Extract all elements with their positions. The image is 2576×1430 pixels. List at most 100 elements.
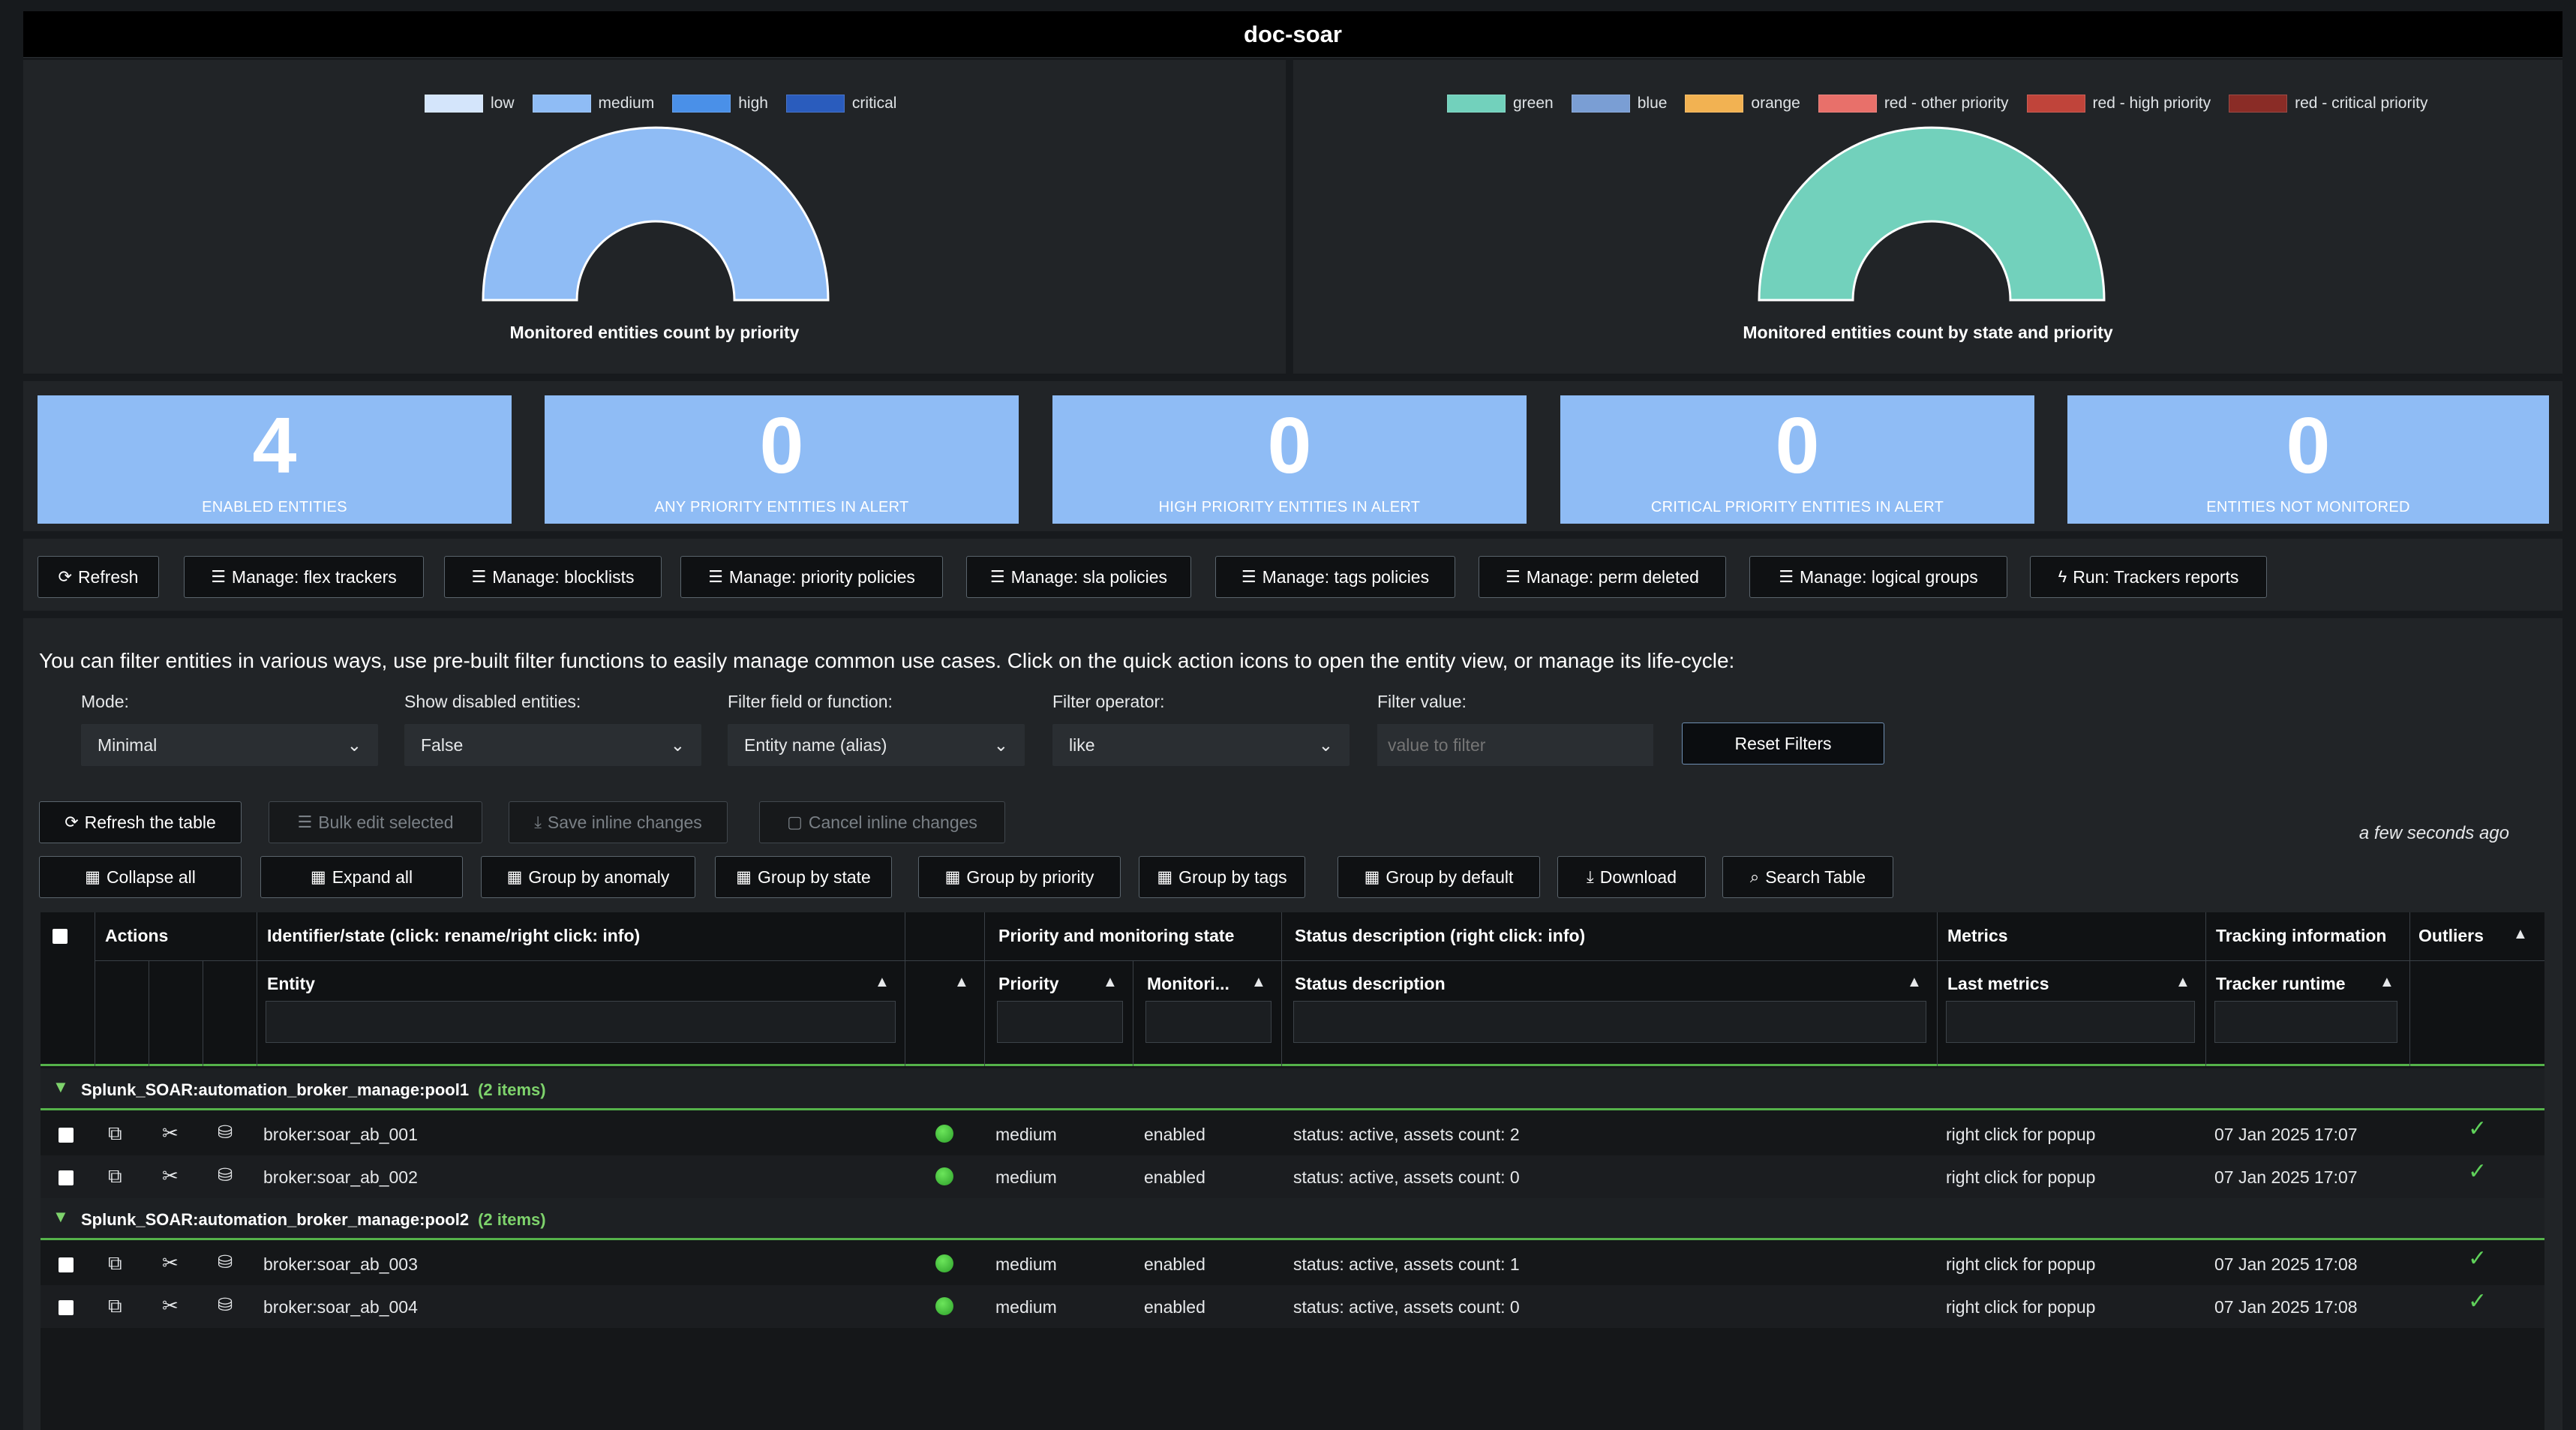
refresh-button[interactable]: ⟳ Refresh xyxy=(38,556,159,598)
row-checkbox[interactable] xyxy=(59,1170,74,1185)
open-entity-icon[interactable]: ⧉ xyxy=(108,1164,122,1188)
filter-value-input[interactable] xyxy=(1377,724,1653,766)
sort-arrow-icon[interactable]: ▲ xyxy=(1907,974,1922,991)
priority-gauge xyxy=(482,126,830,302)
database-icon[interactable]: ⛁ xyxy=(218,1164,233,1186)
metrics-link[interactable]: right click for popup xyxy=(1946,1254,2095,1275)
manage-tags-policies-button[interactable]: ☰ Manage: tags policies xyxy=(1215,556,1455,598)
sort-arrow-icon[interactable]: ▲ xyxy=(2513,926,2528,943)
run-trackers-reports-button[interactable]: ϟ Run: Trackers reports xyxy=(2030,556,2267,598)
download-button[interactable]: ⤓ Download xyxy=(1557,856,1706,898)
group-by-priority-button[interactable]: ▦ Group by priority xyxy=(918,856,1121,898)
group-by-anomaly-button[interactable]: ▦ Group by anomaly xyxy=(481,856,695,898)
header-status-description[interactable]: Status description xyxy=(1295,974,1446,994)
monitoring-filter-input[interactable] xyxy=(1145,1001,1271,1043)
priority-filter-input[interactable] xyxy=(997,1001,1123,1043)
filter-field-select[interactable]: Entity name (alias) ⌄ xyxy=(728,724,1025,766)
manage-entity-icon[interactable]: ✂ xyxy=(162,1251,179,1275)
gauge-caption: Monitored entities count by priority xyxy=(509,323,800,342)
database-icon[interactable]: ⛁ xyxy=(218,1251,233,1273)
refresh-table-button[interactable]: ⟳ Refresh the table xyxy=(39,801,242,843)
collapse-all-button[interactable]: ▦ Collapse all xyxy=(39,856,242,898)
sort-arrow-icon[interactable]: ▲ xyxy=(954,974,969,991)
metrics-link[interactable]: right click for popup xyxy=(1946,1125,2095,1145)
metrics-link[interactable]: right click for popup xyxy=(1946,1167,2095,1188)
search-table-button[interactable]: ⌕ Search Table xyxy=(1722,856,1893,898)
table-row[interactable]: ⧉ ✂ ⛁ broker:soar_ab_001 medium enabled … xyxy=(41,1113,2544,1155)
row-checkbox[interactable] xyxy=(59,1128,74,1143)
sort-arrow-icon[interactable]: ▲ xyxy=(2379,974,2394,991)
table-row[interactable]: ⧉ ✂ ⛁ broker:soar_ab_002 medium enabled … xyxy=(41,1155,2544,1198)
table-row[interactable]: ⧉ ✂ ⛁ broker:soar_ab_004 medium enabled … xyxy=(41,1285,2544,1328)
group-by-state-button[interactable]: ▦ Group by state xyxy=(715,856,892,898)
show-disabled-select[interactable]: False ⌄ xyxy=(404,724,701,766)
database-icon[interactable]: ⛁ xyxy=(218,1294,233,1316)
sort-arrow-icon[interactable]: ▲ xyxy=(2175,974,2190,991)
entity-name[interactable]: broker:soar_ab_003 xyxy=(263,1254,418,1275)
database-icon[interactable]: ⛁ xyxy=(218,1122,233,1143)
legend-swatch xyxy=(1818,95,1877,113)
header-tracker-runtime[interactable]: Tracker runtime xyxy=(2216,974,2346,994)
open-entity-icon[interactable]: ⧉ xyxy=(108,1251,122,1275)
manage-entity-icon[interactable]: ✂ xyxy=(162,1122,179,1145)
legend-item: critical xyxy=(785,95,896,113)
metrics-link[interactable]: right click for popup xyxy=(1946,1297,2095,1317)
manage-flex-trackers-button[interactable]: ☰ Manage: flex trackers xyxy=(184,556,424,598)
expand-all-button[interactable]: ▦ Expand all xyxy=(260,856,463,898)
manage-blocklists-button[interactable]: ☰ Manage: blocklists xyxy=(444,556,662,598)
header-priority[interactable]: Priority xyxy=(998,974,1059,994)
status-description[interactable]: status: active, assets count: 0 xyxy=(1293,1297,1520,1317)
status-description[interactable]: status: active, assets count: 2 xyxy=(1293,1125,1520,1145)
header-monitoring[interactable]: Monitori... xyxy=(1147,974,1229,994)
entity-name[interactable]: broker:soar_ab_004 xyxy=(263,1297,418,1317)
status-filter-input[interactable] xyxy=(1293,1001,1926,1043)
entity-name[interactable]: broker:soar_ab_002 xyxy=(263,1167,418,1188)
chevron-down-icon[interactable]: ▼ xyxy=(53,1077,69,1097)
cancel-inline-button[interactable]: ▢ Cancel inline changes xyxy=(759,801,1005,843)
save-inline-button[interactable]: ⤓ Save inline changes xyxy=(509,801,728,843)
header-metrics: Metrics xyxy=(1947,926,2008,945)
status-description[interactable]: status: active, assets count: 1 xyxy=(1293,1254,1520,1275)
row-checkbox[interactable] xyxy=(59,1257,74,1272)
sort-arrow-icon[interactable]: ▲ xyxy=(875,974,890,991)
sort-arrow-icon[interactable]: ▲ xyxy=(1251,974,1266,991)
manage-perm-deleted-button[interactable]: ☰ Manage: perm deleted xyxy=(1479,556,1726,598)
reset-filters-button[interactable]: Reset Filters xyxy=(1682,723,1884,765)
group-header[interactable]: ▼ Splunk_SOAR:automation_broker_manage:p… xyxy=(41,1198,2544,1240)
status-description[interactable]: status: active, assets count: 0 xyxy=(1293,1167,1520,1188)
mode-select[interactable]: Minimal ⌄ xyxy=(81,724,378,766)
legend-item: medium xyxy=(532,95,654,113)
group-name: Splunk_SOAR:automation_broker_manage:poo… xyxy=(81,1210,546,1229)
manage-entity-icon[interactable]: ✂ xyxy=(162,1294,179,1317)
group-header[interactable]: ▼ Splunk_SOAR:automation_broker_manage:p… xyxy=(41,1068,2544,1110)
group-by-tags-button[interactable]: ▦ Group by tags xyxy=(1139,856,1305,898)
row-checkbox[interactable] xyxy=(59,1300,74,1315)
filter-operator-select[interactable]: like ⌄ xyxy=(1052,724,1350,766)
runtime-filter-input[interactable] xyxy=(2214,1001,2397,1043)
bulk-edit-button[interactable]: ☰ Bulk edit selected xyxy=(269,801,482,843)
header-entity[interactable]: Entity xyxy=(267,974,315,994)
manage-priority-policies-button[interactable]: ☰ Manage: priority policies xyxy=(680,556,943,598)
sliders-icon: ☰ xyxy=(1506,567,1521,586)
open-entity-icon[interactable]: ⧉ xyxy=(108,1294,122,1318)
gauge-legend: low medium high critical xyxy=(425,95,904,113)
filter-value-label: Filter value: xyxy=(1377,692,1467,711)
header-tracking: Tracking information xyxy=(2216,926,2387,945)
select-all-checkbox[interactable] xyxy=(53,929,68,944)
entity-name[interactable]: broker:soar_ab_001 xyxy=(263,1125,418,1145)
kpi-label: HIGH PRIORITY ENTITIES IN ALERT xyxy=(1158,499,1421,515)
table-row[interactable]: ⧉ ✂ ⛁ broker:soar_ab_003 medium enabled … xyxy=(41,1242,2544,1285)
chevron-down-icon: ⌄ xyxy=(347,735,362,755)
filter-operator-label: Filter operator: xyxy=(1052,692,1165,711)
manage-entity-icon[interactable]: ✂ xyxy=(162,1164,179,1188)
manage-sla-policies-button[interactable]: ☰ Manage: sla policies xyxy=(966,556,1191,598)
group-name: Splunk_SOAR:automation_broker_manage:poo… xyxy=(81,1080,546,1099)
open-entity-icon[interactable]: ⧉ xyxy=(108,1122,122,1146)
manage-logical-groups-button[interactable]: ☰ Manage: logical groups xyxy=(1749,556,2007,598)
entity-filter-input[interactable] xyxy=(266,1001,896,1043)
sort-arrow-icon[interactable]: ▲ xyxy=(1103,974,1118,991)
metrics-filter-input[interactable] xyxy=(1946,1001,2195,1043)
header-last-metrics[interactable]: Last metrics xyxy=(1947,974,2049,994)
group-by-default-button[interactable]: ▦ Group by default xyxy=(1338,856,1540,898)
chevron-down-icon[interactable]: ▼ xyxy=(53,1207,69,1227)
